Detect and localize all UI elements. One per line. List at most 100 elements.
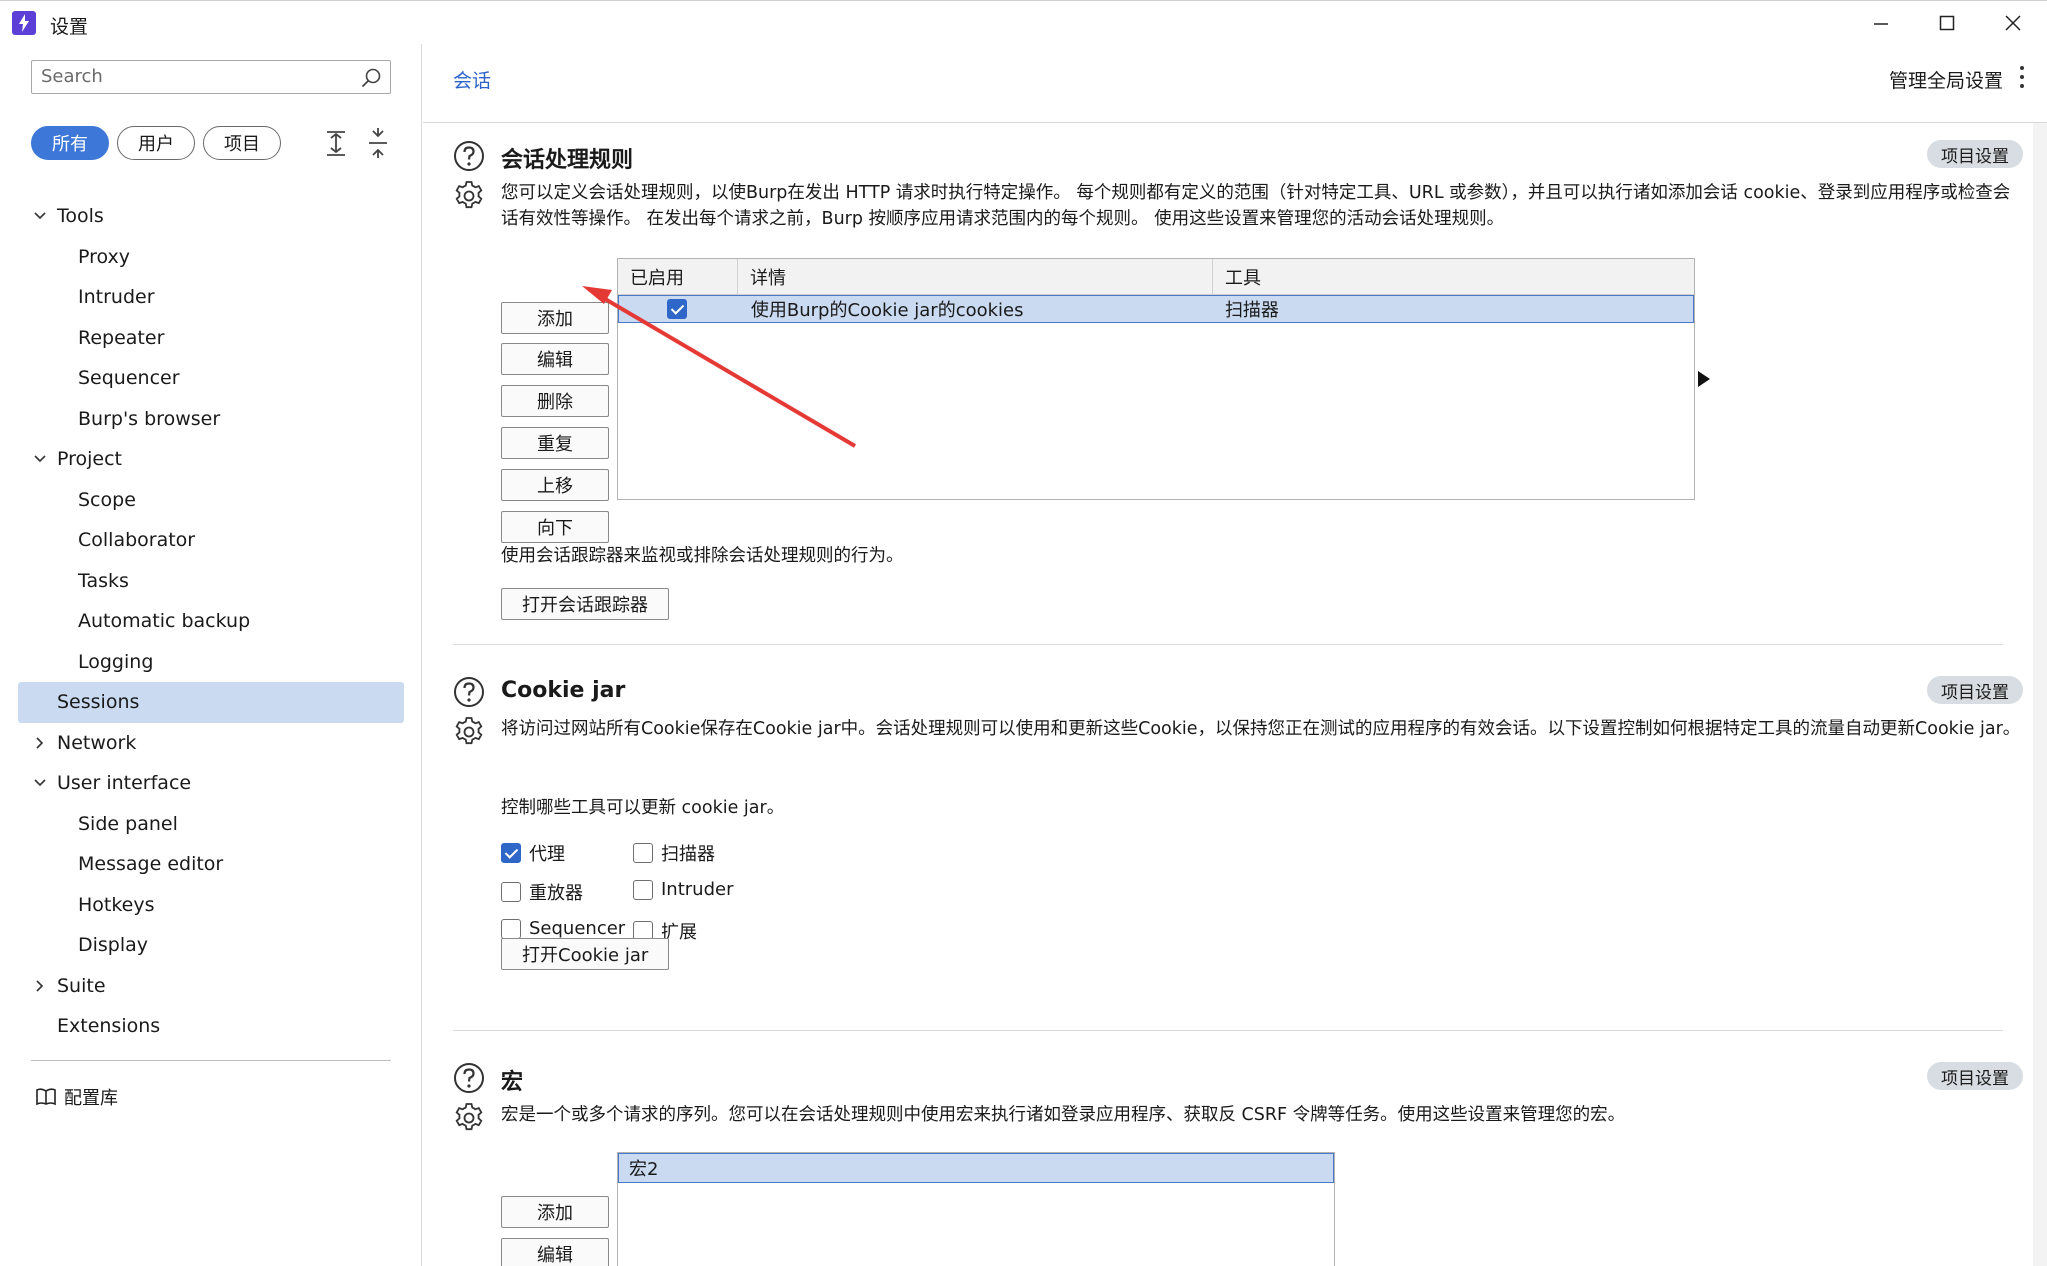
tool-scanner-option[interactable]: 扫描器 <box>633 840 715 866</box>
open-session-tracker-button[interactable]: 打开会话跟踪器 <box>501 588 669 620</box>
rule-move-up-button[interactable]: 上移 <box>501 469 609 501</box>
chevron-right-icon[interactable] <box>32 735 48 751</box>
sidebar-divider <box>31 1060 391 1061</box>
rule-detail-cell: 使用Burp的Cookie jar的cookies <box>750 300 1024 321</box>
tool-repeater-option[interactable]: 重放器 <box>501 879 583 905</box>
search-icon[interactable] <box>360 67 382 89</box>
manage-global-settings[interactable]: 管理全局设置 <box>1889 66 2003 93</box>
sidebar-item-hotkeys[interactable]: Hotkeys <box>18 885 404 926</box>
column-enabled-header[interactable]: 已启用 <box>618 259 738 294</box>
session-rules-title: 会话处理规则 <box>501 148 634 173</box>
chevron-right-icon[interactable] <box>32 978 48 994</box>
sidebar-item-label: Collaborator <box>78 529 196 552</box>
sidebar-item-user-interface[interactable]: User interface <box>18 763 404 804</box>
column-detail-header[interactable]: 详情 <box>738 259 1213 294</box>
sidebar-item-logging[interactable]: Logging <box>18 642 404 683</box>
settings-sidebar: 所有 用户 项目 Tools Proxy Intruder Repeater Seque… <box>0 44 422 1266</box>
sidebar-item-display[interactable]: Display <box>18 925 404 966</box>
filter-all-pill[interactable]: 所有 <box>31 126 109 160</box>
sidebar-item-suite[interactable]: Suite <box>18 966 404 1007</box>
macro-list: 宏2 <box>617 1152 1335 1266</box>
tool-sequencer-checkbox[interactable] <box>501 918 521 939</box>
sidebar-item-intruder[interactable]: Intruder <box>18 277 404 318</box>
more-options-icon[interactable] <box>2017 64 2027 90</box>
sidebar-item-project[interactable]: Project <box>18 439 404 480</box>
macros-project-badge: 项目设置 <box>1927 1062 2023 1090</box>
filter-user-pill[interactable]: 用户 <box>117 126 195 160</box>
rule-remove-button[interactable]: 删除 <box>501 385 609 417</box>
help-icon[interactable] <box>453 1062 485 1094</box>
sidebar-item-label: Repeater <box>78 326 165 349</box>
title-bar: 设置 <box>0 0 2047 44</box>
sidebar-item-tools[interactable]: Tools <box>18 196 404 237</box>
maximize-icon[interactable] <box>1930 9 1964 37</box>
help-icon[interactable] <box>453 676 485 708</box>
sidebar-item-label: Proxy <box>78 245 131 268</box>
section-divider <box>453 1030 2003 1031</box>
sidebar-item-automatic-backup[interactable]: Automatic backup <box>18 601 404 642</box>
sidebar-item-repeater[interactable]: Repeater <box>18 318 404 359</box>
minimize-icon[interactable] <box>1864 9 1898 37</box>
chevron-down-icon[interactable] <box>32 775 48 791</box>
cookie-jar-title: Cookie jar <box>501 678 626 703</box>
search-input[interactable] <box>41 61 341 91</box>
chevron-down-icon[interactable] <box>32 208 48 224</box>
open-cookie-jar-button[interactable]: 打开Cookie jar <box>501 938 670 970</box>
rule-edit-button[interactable]: 编辑 <box>501 343 609 375</box>
chevron-down-icon[interactable] <box>32 451 48 467</box>
expand-all-icon[interactable] <box>322 128 350 158</box>
gear-icon[interactable] <box>453 716 485 748</box>
collapse-all-icon[interactable] <box>364 128 392 158</box>
rule-add-button[interactable]: 添加 <box>501 302 609 334</box>
gear-icon[interactable] <box>453 180 485 212</box>
rule-move-down-button[interactable]: 向下 <box>501 511 609 543</box>
column-tool-header[interactable]: 工具 <box>1213 259 1694 294</box>
close-icon[interactable] <box>1996 9 2030 37</box>
tool-sequencer-option[interactable]: Sequencer <box>501 918 625 939</box>
gear-icon[interactable] <box>453 1102 485 1134</box>
list-item[interactable]: 宏2 <box>618 1153 1334 1183</box>
window-title: 设置 <box>50 16 89 38</box>
tool-repeater-checkbox[interactable] <box>501 882 521 902</box>
breadcrumb[interactable]: 会话 <box>453 66 491 93</box>
tool-intruder-checkbox[interactable] <box>633 879 653 900</box>
sidebar-item-scope[interactable]: Scope <box>18 480 404 521</box>
macro-add-button[interactable]: 添加 <box>501 1196 609 1228</box>
sidebar-item-label: Tasks <box>78 569 129 592</box>
settings-tree: Tools Proxy Intruder Repeater Sequencer Burp'… <box>18 196 404 1047</box>
rule-duplicate-button[interactable]: 重复 <box>501 427 609 459</box>
sidebar-item-label: Extensions <box>57 1015 161 1038</box>
tool-intruder-option[interactable]: Intruder <box>633 879 733 900</box>
tool-proxy-option[interactable]: 代理 <box>501 840 565 866</box>
rule-enabled-checkbox[interactable] <box>667 299 687 319</box>
sidebar-item-label: Side panel <box>78 812 178 835</box>
sidebar-item-label: Display <box>78 934 149 957</box>
table-row[interactable]: 使用Burp的Cookie jar的cookies 扫描器 <box>618 295 1694 323</box>
vertical-scrollbar[interactable] <box>2033 123 2047 1266</box>
sidebar-item-extensions[interactable]: Extensions <box>18 1006 404 1047</box>
help-icon[interactable] <box>453 140 485 172</box>
sidebar-item-sessions[interactable]: Sessions <box>18 682 404 723</box>
tool-scanner-checkbox[interactable] <box>633 843 653 863</box>
sidebar-item-proxy[interactable]: Proxy <box>18 237 404 278</box>
sidebar-item-label: User interface <box>57 772 192 795</box>
tool-proxy-checkbox[interactable] <box>501 843 521 863</box>
config-library-link[interactable]: 配置库 <box>36 1084 118 1110</box>
expand-panel-arrow-icon[interactable] <box>1698 371 1710 387</box>
session-tracker-text: 使用会话跟踪器来监视或排除会话处理规则的行为。 <box>501 546 904 566</box>
macros-title: 宏 <box>501 1070 524 1095</box>
sidebar-item-message-editor[interactable]: Message editor <box>18 844 404 885</box>
sidebar-item-sequencer[interactable]: Sequencer <box>18 358 404 399</box>
sidebar-item-label: Burp's browser <box>78 407 221 430</box>
sidebar-item-collaborator[interactable]: Collaborator <box>18 520 404 561</box>
session-rules-project-badge: 项目设置 <box>1927 140 2023 168</box>
sidebar-item-side-panel[interactable]: Side panel <box>18 804 404 845</box>
filter-project-pill[interactable]: 项目 <box>203 126 281 160</box>
sidebar-item-burp-s-browser[interactable]: Burp's browser <box>18 399 404 440</box>
book-icon <box>36 1088 56 1106</box>
sidebar-item-label: Scope <box>78 488 136 511</box>
macros-description: 宏是一个或多个请求的序列。您可以在会话处理规则中使用宏来执行诸如登录应用程序、获… <box>501 1105 1626 1125</box>
sidebar-item-tasks[interactable]: Tasks <box>18 561 404 602</box>
macro-edit-button[interactable]: 编辑 <box>501 1238 609 1266</box>
sidebar-item-network[interactable]: Network <box>18 723 404 764</box>
